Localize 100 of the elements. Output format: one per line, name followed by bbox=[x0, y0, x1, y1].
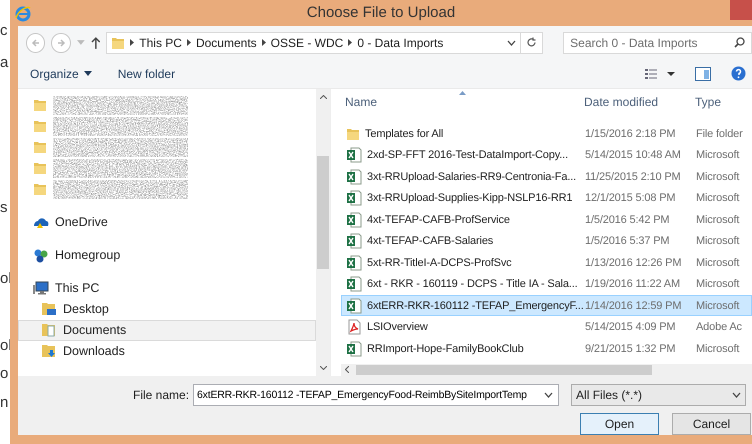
up-arrow-icon[interactable] bbox=[90, 36, 100, 49]
type-cell-text: Microsoft bbox=[696, 235, 740, 248]
date-cell-text: 1/5/2016 5:42 PM bbox=[585, 214, 670, 226]
chevron-icon bbox=[130, 39, 134, 46]
back-arrow-icon bbox=[30, 38, 41, 48]
horizontal-scrollbar[interactable] bbox=[341, 364, 752, 376]
chevron-icon bbox=[186, 39, 191, 46]
browser-logo-icon bbox=[14, 5, 32, 23]
nav-label: This PC bbox=[55, 281, 100, 296]
file-row[interactable]: Templates for All 1/15/2016 2:18 PM File folder bbox=[341, 122, 752, 144]
date-cell-text: 1/13/2016 12:26 PM bbox=[585, 256, 682, 269]
scrollbar[interactable] bbox=[316, 88, 330, 376]
window-title: Choose File to Upload bbox=[306, 4, 456, 22]
scroll-down-icon[interactable] bbox=[320, 366, 326, 370]
file-name: 6xtERR-RKR-160112 -TEFAP_EmergencyF... bbox=[367, 300, 584, 312]
file-row[interactable]: 3xt-RRUpload-Supplies-Kipp-NSLP16-RR1 12/1/2015 5:08 PM Microsoft bbox=[341, 187, 752, 209]
type-cell-text: Microsoft bbox=[696, 278, 740, 290]
folder-icon bbox=[33, 119, 47, 134]
nav-item[interactable]: Downloads bbox=[18, 340, 316, 362]
nav-item[interactable]: Desktop bbox=[18, 298, 316, 320]
desktop-folder-icon bbox=[41, 301, 57, 318]
nav-label: Desktop bbox=[63, 302, 109, 316]
view-button[interactable] bbox=[645, 68, 675, 80]
file-row[interactable]: 2xd-SP-FFT 2016-Test-DataImport-Copy... 5/14/2015 10:48 AM Microsoft bbox=[341, 144, 752, 166]
chevron-icon bbox=[348, 39, 352, 46]
forward-button[interactable] bbox=[51, 32, 71, 53]
type-cell-text: Microsoft bbox=[696, 256, 740, 269]
file-row[interactable]: LSIOverview 5/14/2015 4:09 PM Adobe Ac bbox=[341, 316, 752, 338]
list-view-icon bbox=[645, 68, 675, 80]
back-button[interactable] bbox=[26, 32, 46, 53]
recent-caret-icon[interactable] bbox=[76, 40, 85, 46]
column-header[interactable]: Type bbox=[695, 94, 752, 109]
date-cell-text: 5/14/2015 10:48 AM bbox=[585, 149, 682, 162]
nav-item[interactable]: Homegroup bbox=[18, 244, 316, 266]
spreadsheet-icon bbox=[346, 276, 362, 292]
documents-folder-icon bbox=[41, 322, 57, 338]
nav-label: OneDrive bbox=[55, 215, 108, 230]
help-icon[interactable] bbox=[731, 66, 746, 82]
type-cell-text: File folder bbox=[696, 128, 744, 140]
open-button[interactable]: Open bbox=[580, 412, 659, 435]
caret-icon[interactable] bbox=[506, 40, 516, 46]
file-row[interactable]: 6xt - RKR - 160119 - DCPS - Title IA - Sala... 1/19/2016 11:22 AM Microsoft bbox=[341, 273, 752, 295]
spreadsheet-icon bbox=[346, 147, 362, 164]
folder-icon bbox=[33, 161, 47, 176]
file-row[interactable]: 4xt-TEFAP-CAFB-Salaries 1/5/2016 5:37 PM Microsoft bbox=[341, 230, 752, 252]
breadcrumb[interactable]: 0 - Data Imports bbox=[357, 36, 444, 50]
scroll-left-icon[interactable] bbox=[345, 366, 349, 374]
background-text: o bbox=[0, 365, 8, 382]
nav-label: Downloads bbox=[63, 344, 125, 358]
file-name: 3xt-RRUpload-Supplies-Kipp-NSLP16-RR1 bbox=[367, 192, 572, 204]
column-header[interactable]: Date modified bbox=[584, 94, 695, 109]
nav-item[interactable]: Documents bbox=[18, 320, 316, 341]
type-cell-text: Microsoft bbox=[696, 149, 740, 162]
cancel-button[interactable]: Cancel bbox=[672, 412, 751, 435]
nav-item[interactable]: OneDrive bbox=[18, 212, 316, 233]
file-name: RRImport-Hope-FamilyBookClub bbox=[367, 342, 524, 355]
file-row[interactable]: 3xt-RRUpload-Salaries-RR9-Centronia-Fa... 11/25/2015 2:10 PM Microsoft bbox=[341, 166, 752, 188]
address-bar[interactable]: This PC Documents OSSE - WDC 0 - Data Imports bbox=[106, 32, 521, 54]
file-name: 2xd-SP-FFT 2016-Test-DataImport-Copy... bbox=[367, 149, 568, 162]
caret-icon[interactable] bbox=[544, 392, 554, 398]
spreadsheet-icon bbox=[346, 340, 362, 357]
spreadsheet-icon bbox=[346, 212, 362, 228]
file-name: Templates for All bbox=[365, 128, 444, 140]
computer-icon bbox=[33, 281, 49, 296]
breadcrumb[interactable]: OSSE - WDC bbox=[270, 36, 344, 50]
breadcrumb[interactable]: Documents bbox=[196, 36, 257, 50]
search-field[interactable]: Search 0 - Data Imports bbox=[563, 32, 752, 54]
spreadsheet-icon bbox=[346, 233, 362, 250]
preview-pane-icon[interactable] bbox=[695, 66, 711, 81]
folder-icon bbox=[111, 36, 126, 50]
file-type-dropdown[interactable]: All Files (*.*) bbox=[571, 384, 746, 406]
refresh-button[interactable] bbox=[520, 32, 544, 54]
type-cell-text: Adobe Ac bbox=[696, 321, 743, 334]
date-cell-text: 9/21/2015 1:32 PM bbox=[585, 342, 676, 355]
date-cell-text: 5/14/2015 4:09 PM bbox=[585, 321, 676, 334]
homegroup-icon bbox=[33, 248, 49, 263]
folder-icon bbox=[33, 182, 47, 196]
file-row[interactable]: RRImport-Hope-FamilyBookClub 9/21/2015 1:32 PM Microsoft bbox=[341, 338, 752, 360]
refresh-icon bbox=[526, 37, 537, 48]
scroll-up-icon[interactable] bbox=[320, 94, 326, 99]
nav-item[interactable]: This PC bbox=[18, 278, 316, 299]
background-text: s bbox=[0, 199, 8, 216]
file-name: 6xt - RKR - 160119 - DCPS - Title IA - Sala... bbox=[367, 278, 578, 290]
file-row[interactable]: 6xtERR-RKR-160112 -TEFAP_EmergencyF...1/14/2016 12:59 PM Microsoft bbox=[341, 294, 752, 316]
file-row[interactable]: 4xt-TEFAP-CAFB-ProfService 1/5/2016 5:42 PM Microsoft bbox=[341, 208, 752, 230]
date-cell-text: 1/5/2016 5:37 PM bbox=[585, 235, 670, 248]
date-cell-text: 1/14/2016 12:59 PM bbox=[585, 300, 682, 312]
type-cell-text: Microsoft bbox=[696, 214, 740, 226]
file-name-field[interactable]: 6xtERR-RKR-160112 -TEFAP_EmergencyFood-ReimbBySiteImportTemp bbox=[193, 384, 560, 406]
breadcrumb[interactable]: This PC bbox=[139, 36, 182, 50]
type-cell-text: Microsoft bbox=[696, 300, 740, 312]
type-cell-text: Microsoft bbox=[696, 192, 740, 204]
organize-button[interactable]: Organize bbox=[30, 66, 92, 81]
file-row[interactable]: 5xt-RR-TitleI-A-DCPS-ProfSvc 1/13/2016 12:26 PM Microsoft bbox=[341, 252, 752, 274]
pdf-icon bbox=[346, 319, 362, 336]
file-name: 4xt-TEFAP-CAFB-ProfService bbox=[367, 214, 510, 226]
column-header[interactable]: Name bbox=[341, 94, 584, 109]
folder-icon bbox=[346, 126, 360, 141]
folder-icon bbox=[33, 98, 47, 112]
new-folder-button[interactable]: New folder bbox=[118, 66, 176, 81]
